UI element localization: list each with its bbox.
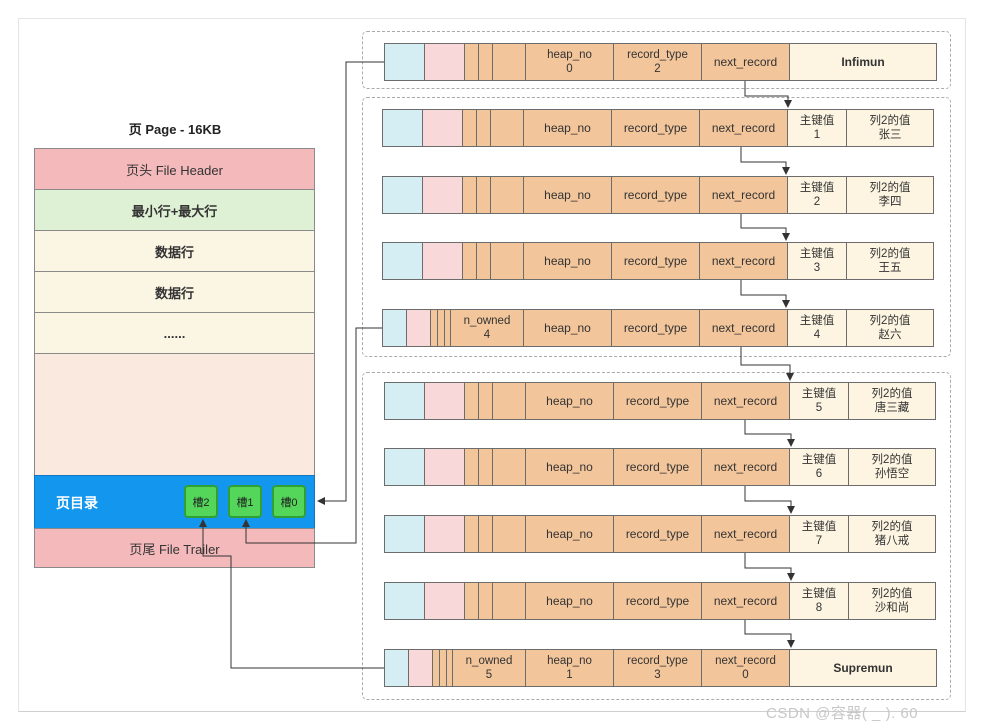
slot2-pointer	[199, 519, 384, 669]
next-record-arrow	[740, 280, 790, 308]
next-record-arrow	[744, 620, 795, 648]
next-record-arrow	[744, 486, 795, 514]
next-record-arrow	[740, 347, 794, 381]
slot0-pointer	[317, 61, 384, 505]
next-record-arrow	[740, 214, 790, 241]
next-record-arrow	[744, 81, 792, 108]
next-record-arrow	[740, 147, 790, 175]
connector-arrows	[199, 61, 795, 669]
next-record-arrow	[744, 553, 795, 581]
slot1-pointer	[242, 327, 382, 544]
watermark: CSDN @容器( _ ). 60	[766, 705, 919, 722]
next-record-arrow	[744, 420, 795, 447]
